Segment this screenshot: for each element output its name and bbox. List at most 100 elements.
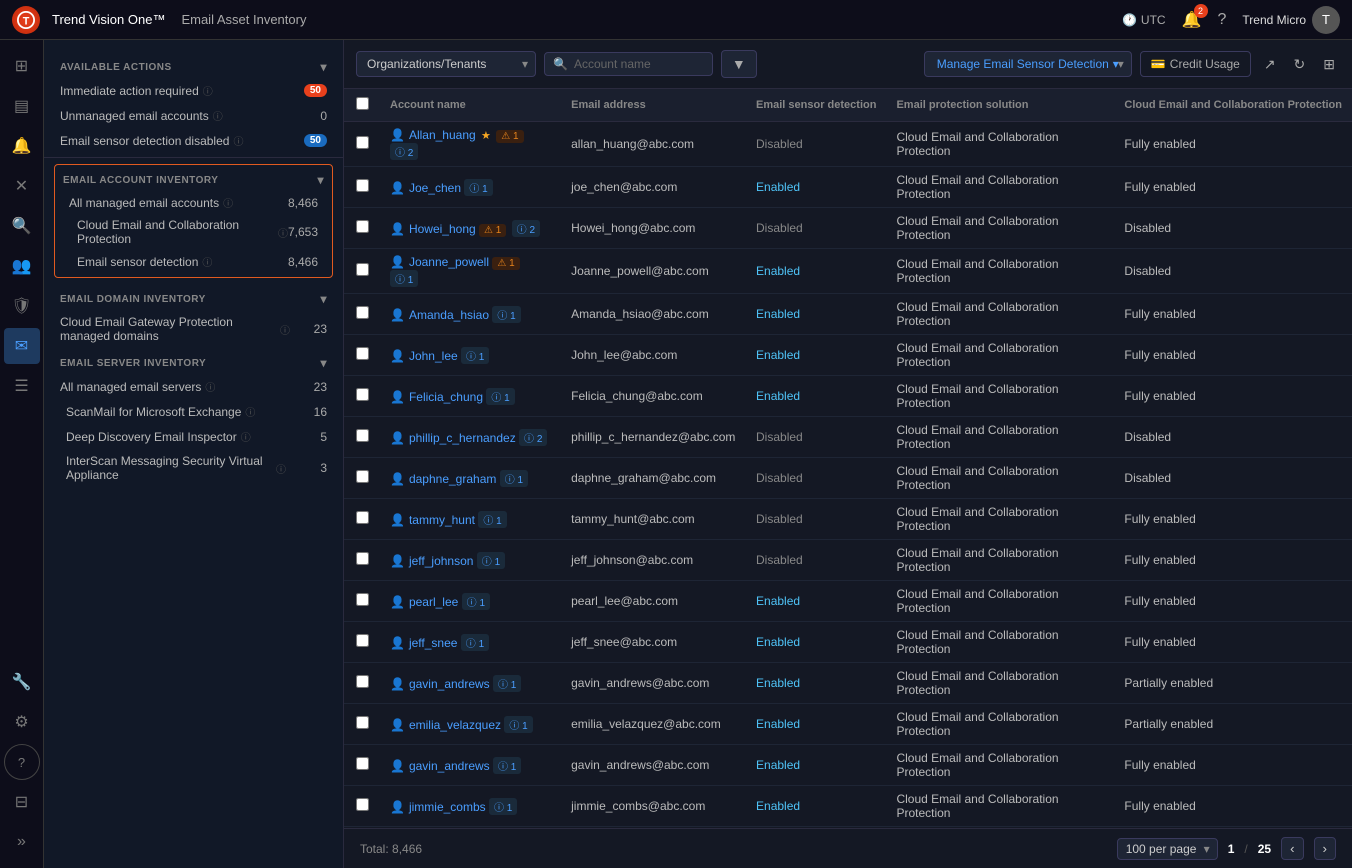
- available-actions-chevron: ▾: [320, 60, 327, 74]
- row-checkbox-8[interactable]: [356, 470, 369, 483]
- row-checkbox-6[interactable]: [356, 388, 369, 401]
- sidebar-icon-home[interactable]: ⊞: [4, 48, 40, 84]
- share-button[interactable]: ↗: [1259, 51, 1281, 78]
- help-button[interactable]: ?: [1218, 11, 1227, 29]
- sidebar-icon-close[interactable]: ✕: [4, 168, 40, 204]
- per-page-select[interactable]: 100 per page 50 per page 25 per page: [1117, 838, 1218, 860]
- row-checkbox-2[interactable]: [356, 220, 369, 233]
- total-count: Total: 8,466: [360, 842, 422, 856]
- sidebar-icon-expand[interactable]: »: [4, 824, 40, 860]
- account-link[interactable]: daphne_graham: [409, 472, 496, 486]
- row-checkbox-5[interactable]: [356, 347, 369, 360]
- account-link[interactable]: Amanda_hsiao: [409, 308, 489, 322]
- row-checkbox-0[interactable]: [356, 136, 369, 149]
- row-checkbox-9[interactable]: [356, 511, 369, 524]
- account-all-managed[interactable]: All managed email accounts ⓘ 8,466: [55, 191, 332, 214]
- info-badge: ⓘ 1: [462, 593, 490, 610]
- app-title: Trend Vision One™: [52, 12, 165, 27]
- row-checkbox-4[interactable]: [356, 306, 369, 319]
- row-checkbox-14[interactable]: [356, 716, 369, 729]
- row-checkbox-10[interactable]: [356, 552, 369, 565]
- account-link[interactable]: Joanne_powell: [409, 255, 489, 269]
- sidebar-icon-list[interactable]: ☰: [4, 368, 40, 404]
- manage-dropdown-wrapper[interactable]: Manage Email Sensor Detection ▾: [924, 51, 1132, 77]
- prev-page-button[interactable]: ‹: [1281, 837, 1303, 860]
- sensor-detection-cell: Disabled: [746, 208, 886, 249]
- cloud-protection-cell: Fully enabled: [1114, 376, 1352, 417]
- account-link[interactable]: Allan_huang: [409, 128, 476, 142]
- user-icon: 👤: [390, 181, 405, 195]
- account-link[interactable]: Howei_hong: [409, 222, 476, 236]
- credit-usage-button[interactable]: 💳 Credit Usage: [1140, 51, 1251, 77]
- email-cell: Howei_hong@abc.com: [561, 208, 746, 249]
- account-link[interactable]: Joe_chen: [409, 181, 461, 195]
- server-scanmail[interactable]: ScanMail for Microsoft Exchange ⓘ 16: [44, 399, 343, 424]
- table-row: 👤Howei_hong ⚠ 1 ⓘ 2Howei_hong@abc.comDis…: [344, 208, 1352, 249]
- search-input[interactable]: [574, 57, 704, 71]
- sidebar-icon-users[interactable]: 👥: [4, 248, 40, 284]
- sidebar-icon-help[interactable]: ?: [4, 744, 40, 780]
- per-page-wrapper[interactable]: 100 per page 50 per page 25 per page: [1117, 838, 1218, 860]
- logo[interactable]: T: [12, 6, 40, 34]
- domain-cloud-gateway[interactable]: Cloud Email Gateway Protection managed d…: [44, 310, 343, 348]
- sensor-detection-cell: Disabled: [746, 540, 886, 581]
- sidebar-icon-search[interactable]: 🔍: [4, 208, 40, 244]
- row-checkbox-3[interactable]: [356, 263, 369, 276]
- row-checkbox-12[interactable]: [356, 634, 369, 647]
- account-cloud-email[interactable]: Cloud Email and Collaboration Protection…: [55, 214, 332, 250]
- row-checkbox-15[interactable]: [356, 757, 369, 770]
- filter-dropdown-wrapper[interactable]: Organizations/Tenants Account name Email…: [356, 51, 536, 77]
- row-checkbox-11[interactable]: [356, 593, 369, 606]
- account-link[interactable]: jeff_johnson: [409, 554, 474, 568]
- account-link[interactable]: gavin_andrews: [409, 677, 490, 691]
- sidebar-icons: ⊞ ▤ 🔔 ✕ 🔍 👥 🛡 ✉ ☰ 🔧 ⚙ ? ⊟ »: [0, 40, 44, 868]
- notification-bell[interactable]: 🔔 2: [1182, 10, 1202, 30]
- refresh-button[interactable]: ↻: [1289, 51, 1311, 78]
- sidebar-icon-grid[interactable]: ⊟: [4, 784, 40, 820]
- account-link[interactable]: emilia_velazquez: [409, 718, 501, 732]
- select-all-checkbox[interactable]: [356, 97, 369, 110]
- info-badge: ⓘ 1: [478, 511, 506, 528]
- user-menu[interactable]: Trend Micro T: [1242, 6, 1340, 34]
- sidebar-icon-gear[interactable]: ⚙: [4, 704, 40, 740]
- account-link[interactable]: jimmie_combs: [409, 800, 486, 814]
- user-icon: 👤: [390, 349, 405, 363]
- row-checkbox-13[interactable]: [356, 675, 369, 688]
- account-link[interactable]: gavin_andrews: [409, 759, 490, 773]
- available-actions-header[interactable]: AVAILABLE ACTIONS ▾: [44, 52, 343, 78]
- filter-button[interactable]: ▼: [721, 50, 757, 78]
- filter-dropdown[interactable]: Organizations/Tenants Account name Email…: [356, 51, 536, 77]
- account-link[interactable]: tammy_hunt: [409, 513, 475, 527]
- utc-clock[interactable]: 🕐 UTC: [1122, 13, 1166, 27]
- sidebar-icon-shield[interactable]: 🛡: [4, 288, 40, 324]
- sidebar-icon-email[interactable]: ✉: [4, 328, 40, 364]
- server-interscan[interactable]: InterScan Messaging Security Virtual App…: [44, 449, 343, 487]
- manage-email-sensor-button[interactable]: Manage Email Sensor Detection ▾: [924, 51, 1132, 77]
- email-domain-header[interactable]: EMAIL DOMAIN INVENTORY ▾: [44, 284, 343, 310]
- avatar[interactable]: T: [1312, 6, 1340, 34]
- columns-button[interactable]: ⊞: [1318, 51, 1340, 78]
- action-unmanaged[interactable]: Unmanaged email accounts ⓘ 0: [44, 103, 343, 128]
- account-link[interactable]: Felicia_chung: [409, 390, 483, 404]
- next-page-button[interactable]: ›: [1314, 837, 1336, 860]
- action-sensor-disabled[interactable]: Email sensor detection disabled ⓘ 50: [44, 128, 343, 153]
- row-checkbox-7[interactable]: [356, 429, 369, 442]
- sidebar-icon-dashboard[interactable]: ▤: [4, 88, 40, 124]
- server-all-managed[interactable]: All managed email servers ⓘ 23: [44, 374, 343, 399]
- account-link[interactable]: jeff_snee: [409, 636, 458, 650]
- account-link[interactable]: phillip_c_hernandez: [409, 431, 516, 445]
- row-checkbox-16[interactable]: [356, 798, 369, 811]
- action-immediate[interactable]: Immediate action required ⓘ 50: [44, 78, 343, 103]
- email-server-header[interactable]: EMAIL SERVER INVENTORY ▾: [44, 348, 343, 374]
- account-email-sensor[interactable]: Email sensor detection ⓘ 8,466: [55, 250, 332, 273]
- search-box[interactable]: 🔍: [544, 52, 713, 76]
- table-row: 👤John_lee ⓘ 1John_lee@abc.comEnabledClou…: [344, 335, 1352, 376]
- account-link[interactable]: John_lee: [409, 349, 458, 363]
- sidebar-icon-wrench[interactable]: 🔧: [4, 664, 40, 700]
- row-checkbox-1[interactable]: [356, 179, 369, 192]
- sidebar-icon-alerts[interactable]: 🔔: [4, 128, 40, 164]
- notification-badge: 2: [1194, 4, 1208, 18]
- email-account-inventory-header[interactable]: EMAIL ACCOUNT INVENTORY ▾: [55, 169, 332, 191]
- account-link[interactable]: pearl_lee: [409, 595, 458, 609]
- server-deep-discovery[interactable]: Deep Discovery Email Inspector ⓘ 5: [44, 424, 343, 449]
